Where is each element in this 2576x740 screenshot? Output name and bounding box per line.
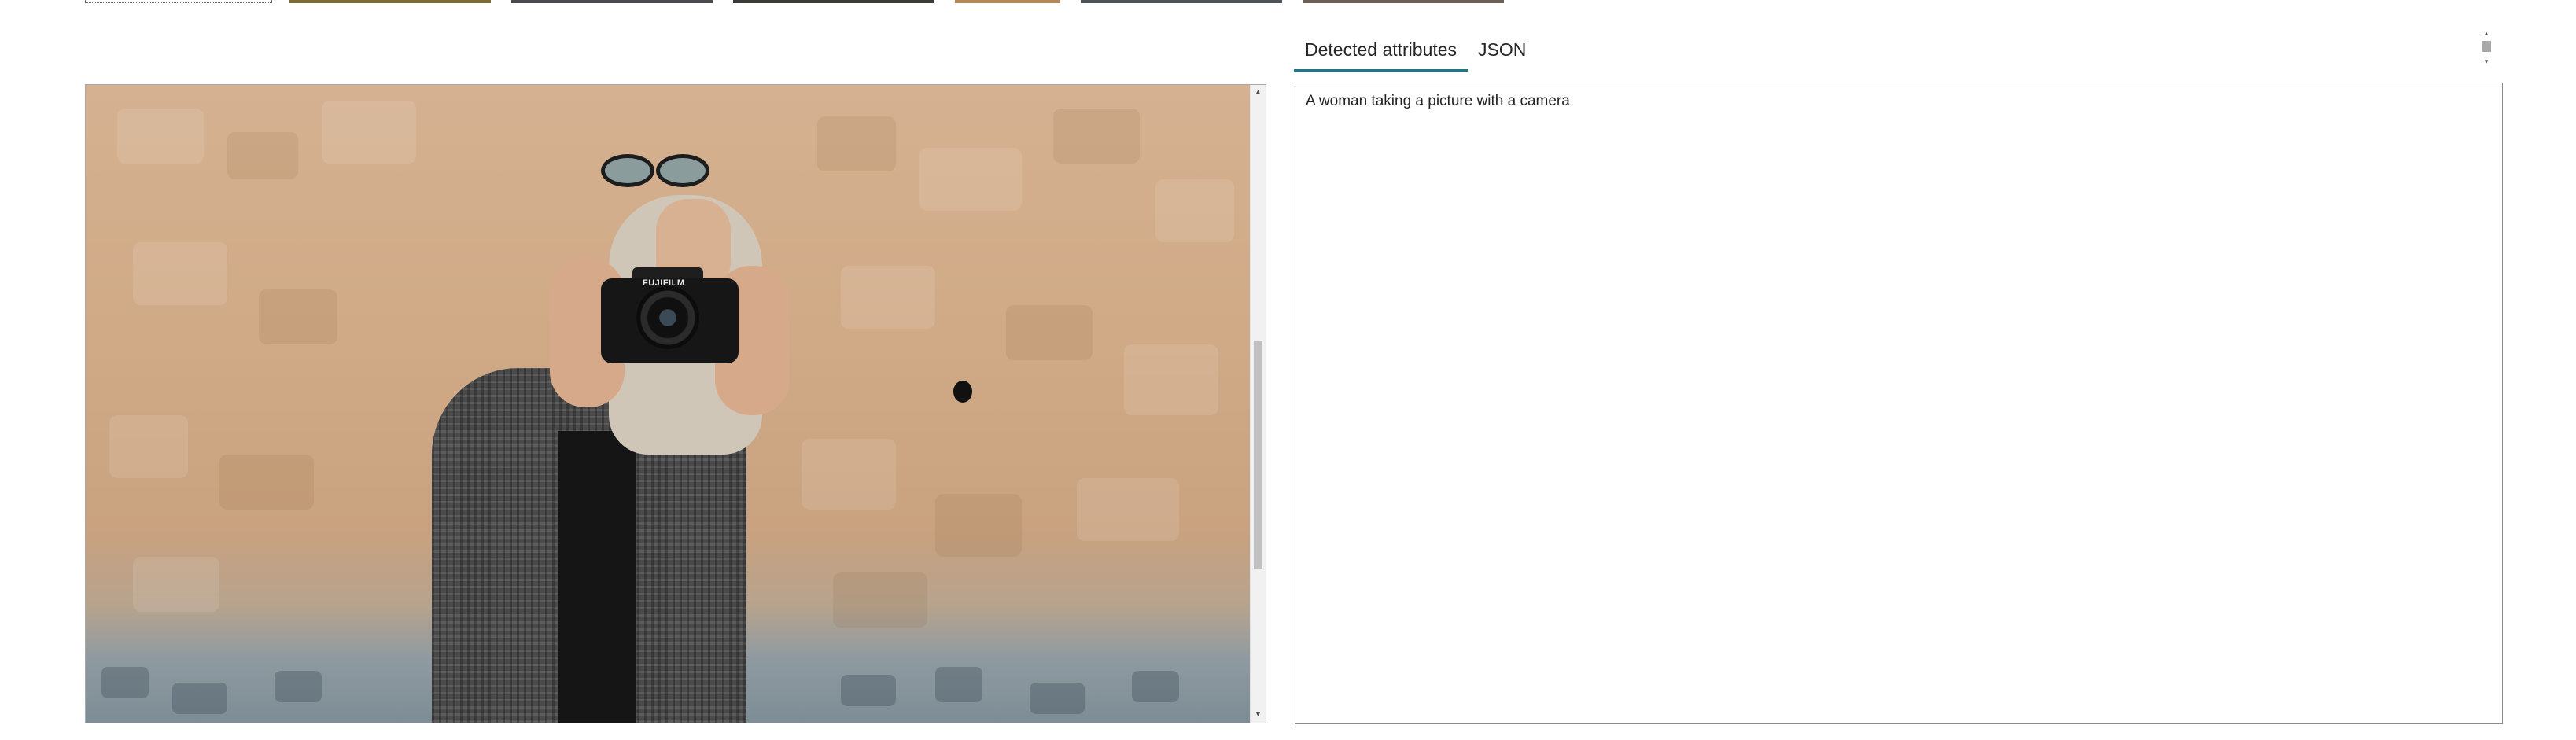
triangle-up-icon[interactable]: ▲ bbox=[1251, 85, 1266, 101]
tab-detected-attributes[interactable]: Detected attributes bbox=[1294, 31, 1469, 72]
viewer-scrollbar[interactable]: ▲ ▼ bbox=[1250, 85, 1266, 723]
triangle-up-icon[interactable]: ▴ bbox=[2479, 28, 2493, 38]
thumbnail-2[interactable] bbox=[511, 0, 713, 3]
caption-text: A woman taking a picture with a camera bbox=[1306, 93, 1570, 109]
tabs-scrollbar[interactable]: ▴ ▾ bbox=[2479, 28, 2493, 66]
analyzed-photo: FUJIFILM bbox=[86, 85, 1250, 723]
thumbnail-5[interactable] bbox=[1081, 0, 1282, 3]
triangle-down-icon[interactable]: ▾ bbox=[2479, 57, 2493, 66]
thumbnail-4[interactable] bbox=[955, 0, 1060, 3]
inner-clothing bbox=[558, 431, 636, 723]
thumbnail-strip bbox=[0, 0, 2576, 5]
sunglasses-right-lens bbox=[656, 154, 709, 187]
camera-brand-label: FUJIFILM bbox=[643, 278, 685, 288]
triangle-down-icon[interactable]: ▼ bbox=[1251, 707, 1266, 723]
image-viewer[interactable]: FUJIFILM ▲ ▼ bbox=[85, 84, 1266, 723]
attributes-result-panel[interactable]: A woman taking a picture with a camera bbox=[1295, 83, 2503, 724]
thumbnail-1[interactable] bbox=[289, 0, 491, 3]
wall-hole bbox=[953, 381, 972, 403]
app-root: FUJIFILM ▲ ▼ Detected attributes JSON ▴ … bbox=[0, 0, 2576, 740]
camera-lens bbox=[636, 286, 699, 349]
thumbnail-3[interactable] bbox=[733, 0, 934, 3]
scrollbar-thumb[interactable] bbox=[2482, 41, 2491, 52]
thumbnail-6[interactable] bbox=[1303, 0, 1504, 3]
tab-json[interactable]: JSON bbox=[1467, 31, 1537, 69]
sunglasses-left-lens bbox=[601, 154, 654, 187]
thumbnail-0[interactable] bbox=[85, 0, 272, 3]
scrollbar-thumb[interactable] bbox=[1254, 341, 1262, 569]
